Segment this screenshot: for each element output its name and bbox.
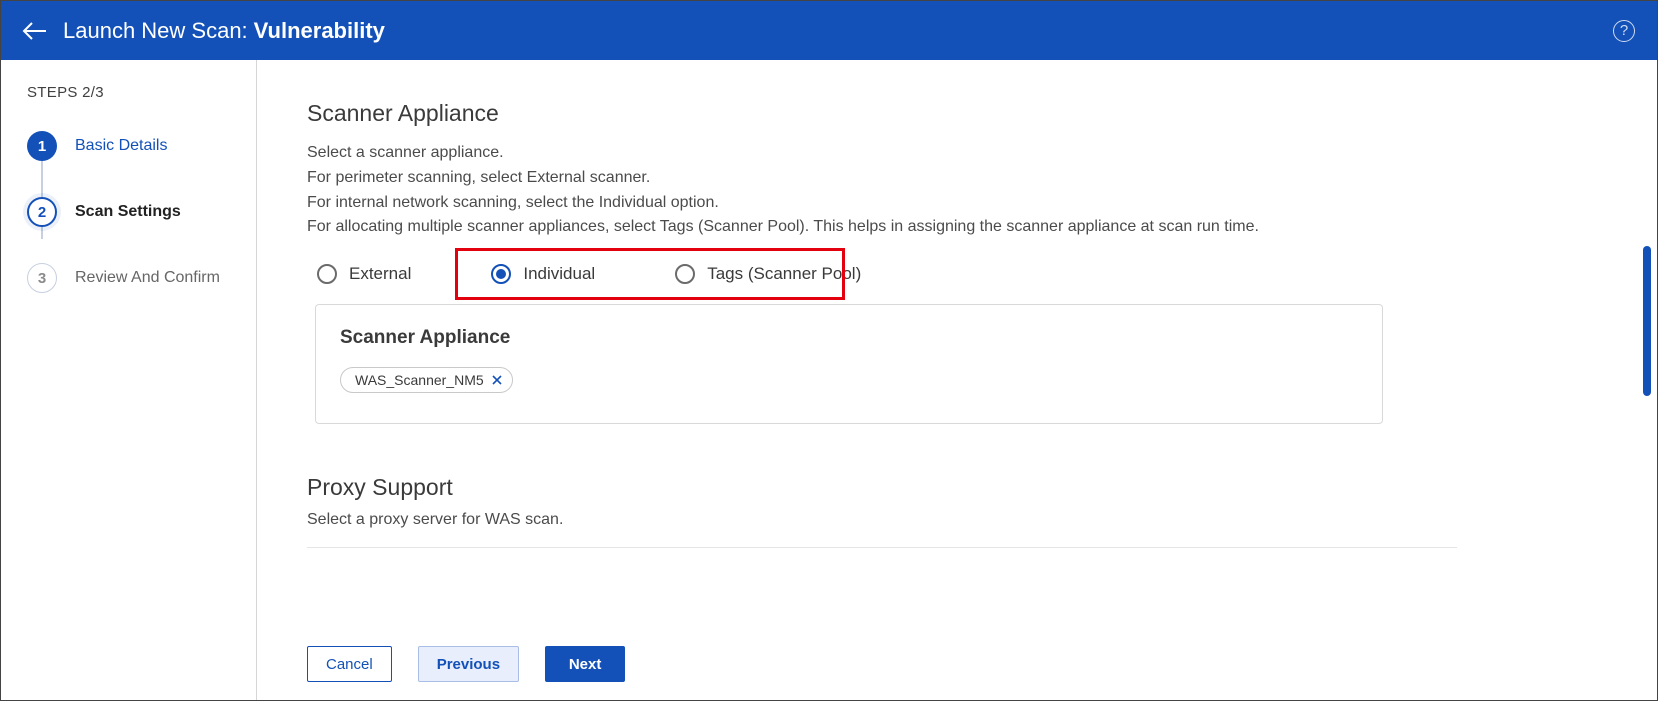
- scanner-appliance-title: Scanner Appliance: [307, 100, 1457, 127]
- cancel-button[interactable]: Cancel: [307, 646, 392, 682]
- previous-button[interactable]: Previous: [418, 646, 519, 682]
- radio-individual[interactable]: Individual: [491, 264, 595, 284]
- header-title-prefix: Launch New Scan:: [63, 18, 248, 44]
- step-label: Basic Details: [75, 137, 167, 155]
- step-basic-details[interactable]: 1 Basic Details: [27, 131, 238, 161]
- radio-icon: [675, 264, 695, 284]
- next-button[interactable]: Next: [545, 646, 625, 682]
- help-icon[interactable]: ?: [1613, 20, 1635, 42]
- wizard-header: Launch New Scan: Vulnerability ?: [1, 1, 1657, 60]
- scanner-appliance-panel: Scanner Appliance WAS_Scanner_NM5: [315, 304, 1383, 424]
- header-title-main: Vulnerability: [254, 18, 385, 44]
- scanner-chip[interactable]: WAS_Scanner_NM5: [340, 367, 513, 393]
- radio-tags-scanner-pool[interactable]: Tags (Scanner Pool): [675, 264, 861, 284]
- step-label: Review And Confirm: [75, 269, 220, 287]
- steps-counter: STEPS 2/3: [27, 84, 238, 101]
- scanner-chip-label: WAS_Scanner_NM5: [355, 372, 484, 388]
- steps-sidebar: STEPS 2/3 1 Basic Details 2 Scan Setting…: [1, 60, 257, 700]
- step-number: 2: [27, 197, 57, 227]
- scanner-type-radio-group: External Individual Tags (Scanner Pool): [307, 264, 1457, 284]
- main-content: Scanner Appliance Select a scanner appli…: [257, 60, 1657, 700]
- divider: [307, 547, 1457, 548]
- step-review-confirm[interactable]: 3 Review And Confirm: [27, 263, 238, 293]
- wizard-footer: Cancel Previous Next: [307, 646, 625, 682]
- step-label: Scan Settings: [75, 203, 181, 221]
- proxy-support-description: Select a proxy server for WAS scan.: [307, 511, 1457, 529]
- scanner-appliance-description: Select a scanner appliance. For perimete…: [307, 141, 1457, 240]
- radio-label: Individual: [523, 264, 595, 284]
- radio-external[interactable]: External: [317, 264, 411, 284]
- radio-icon: [491, 264, 511, 284]
- step-number: 3: [27, 263, 57, 293]
- step-number: 1: [27, 131, 57, 161]
- proxy-support-section: Proxy Support Select a proxy server for …: [307, 474, 1457, 548]
- step-scan-settings[interactable]: 2 Scan Settings: [27, 197, 238, 227]
- proxy-support-title: Proxy Support: [307, 474, 1457, 501]
- back-arrow-icon[interactable]: [21, 17, 49, 45]
- scrollbar-thumb[interactable]: [1643, 246, 1651, 396]
- radio-label: External: [349, 264, 411, 284]
- radio-icon: [317, 264, 337, 284]
- scanner-appliance-panel-title: Scanner Appliance: [340, 327, 1358, 349]
- radio-label: Tags (Scanner Pool): [707, 264, 861, 284]
- close-icon[interactable]: [492, 375, 502, 385]
